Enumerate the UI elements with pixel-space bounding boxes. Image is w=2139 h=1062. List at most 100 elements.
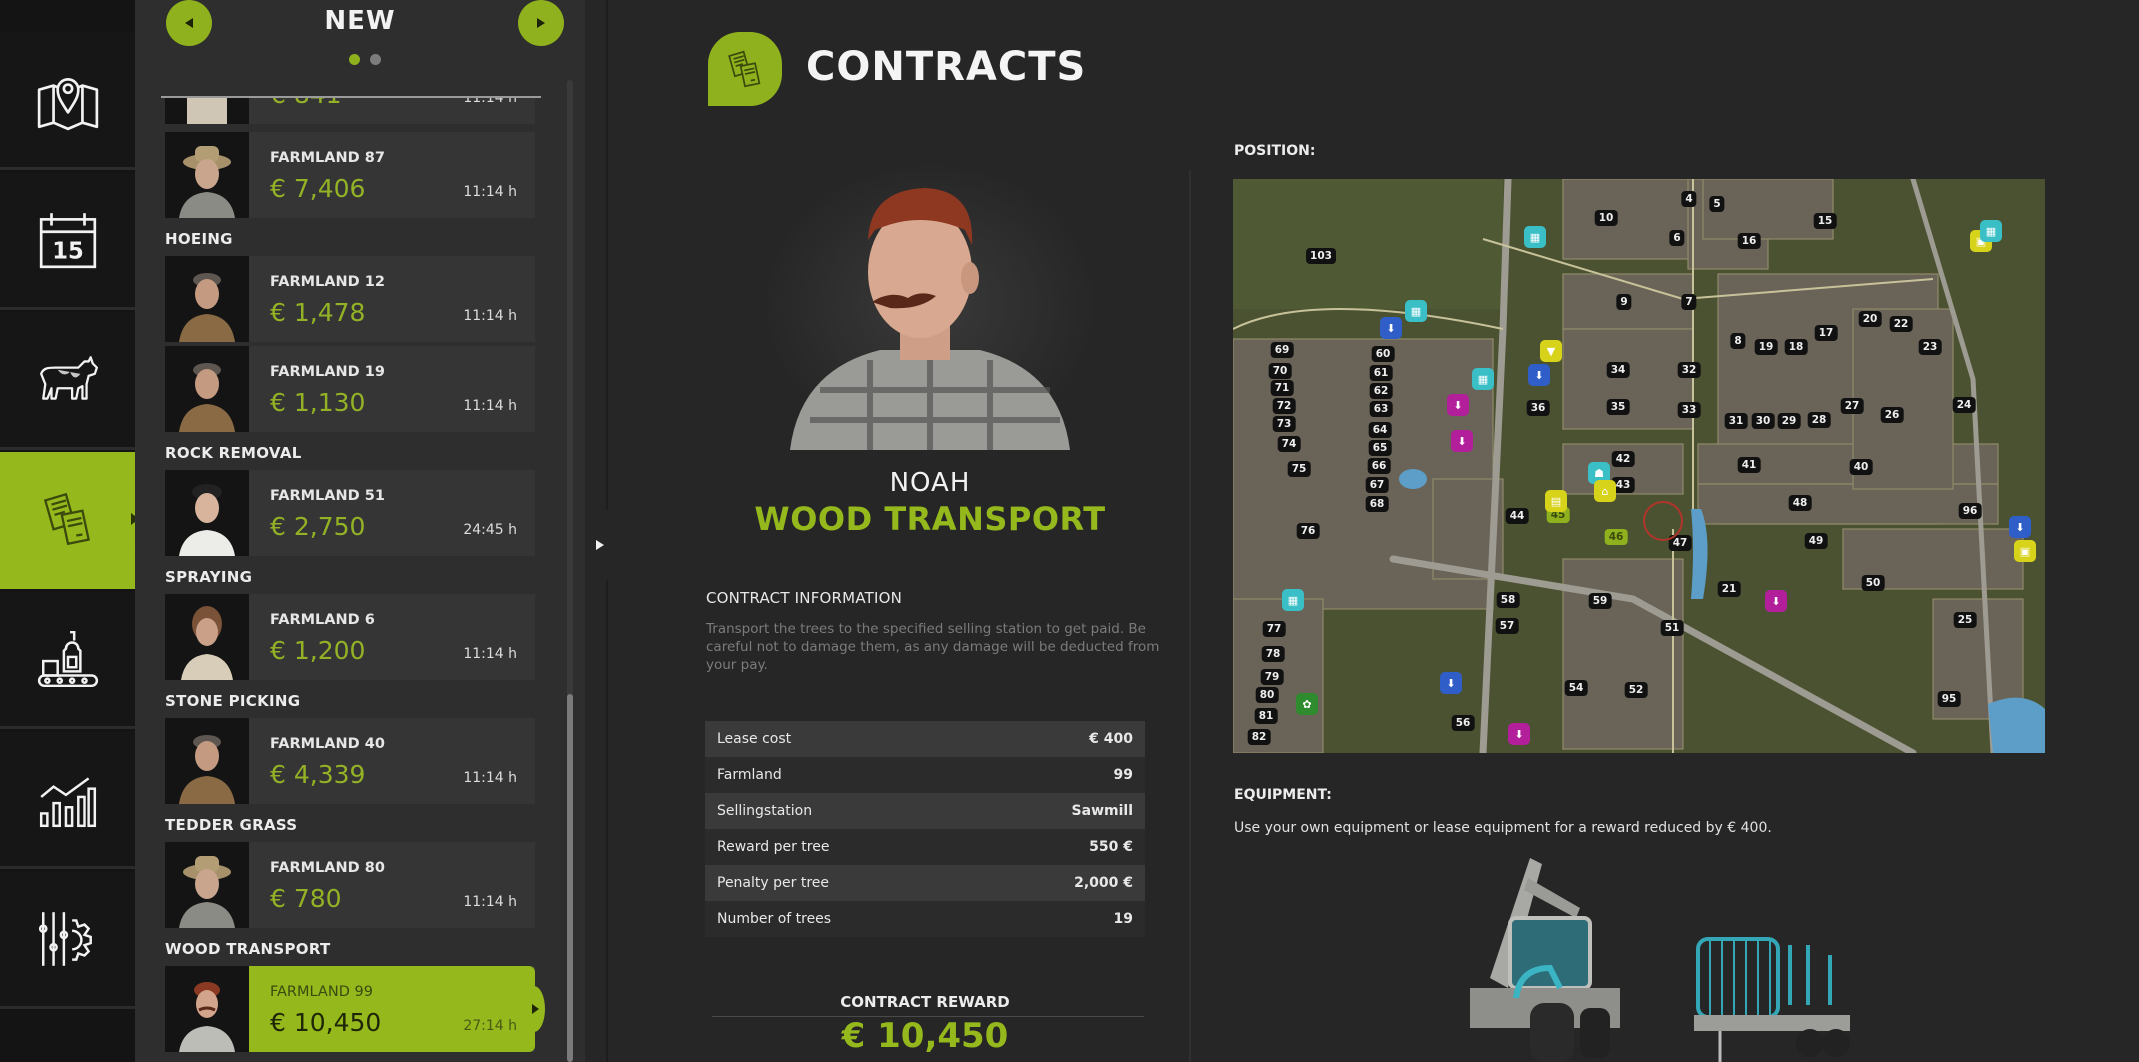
- info-value: 2,000 €: [1074, 875, 1133, 891]
- npc-portrait: [165, 842, 249, 928]
- contract-row[interactable]: FARMLAND 51 € 2,750 24:45 h: [165, 470, 535, 556]
- contract-row-selected[interactable]: FARMLAND 99 € 10,450 27:14 h: [165, 966, 545, 1052]
- page-dot[interactable]: [370, 54, 381, 65]
- list-header: NEW: [135, 0, 585, 96]
- contract-time: 11:14 h: [463, 398, 517, 414]
- field-label: 80: [1255, 687, 1279, 703]
- selling-station-icon[interactable]: ⬇: [1447, 394, 1469, 416]
- sell-point-icon[interactable]: ⬇: [2009, 516, 2031, 538]
- field-label: 32: [1677, 362, 1701, 378]
- info-row-penalty-per-tree: Penalty per tree 2,000 €: [705, 865, 1145, 901]
- field-label: 35: [1606, 399, 1630, 415]
- info-row-sellingstation: Sellingstation Sawmill: [705, 793, 1145, 829]
- list-scrollbar-thumb[interactable]: [567, 694, 573, 1062]
- info-row-lease-cost: Lease cost € 400: [705, 721, 1145, 757]
- contract-time: 24:45 h: [463, 522, 517, 538]
- sidebar-item-statistics[interactable]: [0, 732, 135, 869]
- field-label: 6: [1669, 230, 1685, 246]
- contract-row[interactable]: FARMLAND 40 € 4,339 11:14 h: [165, 718, 535, 804]
- position-map[interactable]: 103 10 4 5 15 16 6 9 7 8 19 18 17 20 22 23 34 32 31 30 29 28 2…: [1233, 179, 2045, 753]
- selection-arrow-icon: [532, 1004, 539, 1014]
- info-row-reward-per-tree: Reward per tree 550 €: [705, 829, 1145, 865]
- field-label: 51: [1660, 620, 1684, 636]
- category-label: STONE PICKING: [165, 692, 301, 710]
- contract-amount: € 7,406: [270, 174, 366, 203]
- info-label: Reward per tree: [717, 839, 830, 855]
- contract-amount: € 2,750: [270, 512, 366, 541]
- selling-station-icon[interactable]: ⬇: [1765, 590, 1787, 612]
- selling-station-icon[interactable]: ⬇: [1508, 723, 1530, 745]
- factory-icon[interactable]: ▦: [1524, 226, 1546, 248]
- field-label: 23: [1918, 339, 1942, 355]
- shop-icon[interactable]: ▼: [1540, 340, 1562, 362]
- field-label: 82: [1247, 729, 1271, 745]
- column-divider: [1189, 170, 1191, 1062]
- contract-row[interactable]: FARMLAND 80 € 780 11:14 h: [165, 842, 535, 928]
- sawmill-icon[interactable]: ▣: [2014, 540, 2036, 562]
- field-label: 81: [1254, 708, 1278, 724]
- sidebar-item-calendar[interactable]: 15: [0, 173, 135, 310]
- info-value: Sawmill: [1071, 803, 1133, 819]
- field-label: 5: [1709, 196, 1725, 212]
- field-label: 103: [1306, 248, 1336, 264]
- sell-point-icon[interactable]: ⬇: [1528, 364, 1550, 386]
- sidebar-item-map[interactable]: [0, 33, 135, 170]
- info-value: 19: [1113, 911, 1133, 927]
- sidebar-item-contracts[interactable]: [0, 452, 149, 589]
- factory-icon[interactable]: ▦: [1282, 589, 1304, 611]
- factory-icon[interactable]: ▦: [1472, 368, 1494, 390]
- contract-description: Transport the trees to the specified sel…: [706, 621, 1160, 673]
- forestry-tractor-image[interactable]: [1450, 858, 1630, 1062]
- contract-farmland: FARMLAND 87: [270, 150, 385, 166]
- factory-icon[interactable]: ▦: [1405, 300, 1427, 322]
- greenhouse-icon[interactable]: ✿: [1296, 693, 1318, 715]
- contract-time: 11:14 h: [463, 646, 517, 662]
- contract-row[interactable]: FARMLAND 87 € 7,406 11:14 h: [165, 132, 535, 218]
- field-label: 34: [1606, 362, 1630, 378]
- sidebar-item-settings[interactable]: [0, 872, 135, 1009]
- field-label: 76: [1296, 523, 1320, 539]
- field-label: 7: [1681, 294, 1697, 310]
- contract-row[interactable]: FARMLAND 19 € 1,130 11:14 h: [165, 346, 535, 432]
- info-value: € 400: [1089, 731, 1133, 747]
- contract-row[interactable]: € 841 11:14 h: [165, 96, 535, 124]
- page-title: CONTRACTS: [806, 44, 1087, 90]
- selling-station-icon[interactable]: ⬇: [1451, 430, 1473, 452]
- page-dot-active[interactable]: [349, 54, 360, 65]
- contract-row[interactable]: FARMLAND 6 € 1,200 11:14 h: [165, 594, 535, 680]
- field-label: 68: [1365, 496, 1389, 512]
- field-label: 59: [1588, 593, 1612, 609]
- farmhouse-icon[interactable]: ⌂: [1594, 480, 1616, 502]
- contract-row[interactable]: FARMLAND 12 € 1,478 11:14 h: [165, 256, 535, 342]
- category-label: ROCK REMOVAL: [165, 444, 302, 462]
- field-label: 71: [1270, 380, 1294, 396]
- info-value: 99: [1113, 767, 1133, 783]
- sell-point-icon[interactable]: ⬇: [1380, 317, 1402, 339]
- collapse-list-button[interactable]: [586, 500, 614, 590]
- sidebar-item-animals[interactable]: [0, 313, 135, 450]
- settings-icon: [38, 912, 92, 966]
- sidebar-item-production[interactable]: [0, 592, 135, 729]
- contract-amount: € 1,200: [270, 636, 366, 665]
- info-label: Lease cost: [717, 731, 792, 747]
- contract-amount: € 1,478: [270, 298, 366, 327]
- field-label: 33: [1677, 402, 1701, 418]
- field-label: 72: [1272, 398, 1296, 414]
- contract-amount: € 780: [270, 884, 342, 913]
- npc-portrait: [165, 346, 249, 432]
- contract-farmland: FARMLAND 19: [270, 364, 385, 380]
- chart-icon: [39, 777, 96, 828]
- field-label: 57: [1495, 618, 1519, 634]
- contract-farmland: FARMLAND 80: [270, 860, 385, 876]
- info-label: Farmland: [717, 767, 782, 783]
- forestry-trailer-image[interactable]: [1690, 935, 1860, 1062]
- contract-farmland: FARMLAND 51: [270, 488, 385, 504]
- shop-icon[interactable]: ▤: [1545, 490, 1567, 512]
- sell-point-icon[interactable]: ⬇: [1440, 672, 1462, 694]
- field-label: 78: [1261, 646, 1285, 662]
- factory-icon[interactable]: ▦: [1980, 220, 2002, 242]
- field-label: 64: [1368, 422, 1392, 438]
- next-page-button[interactable]: [518, 0, 564, 46]
- map-terrain: [1233, 179, 2045, 753]
- field-label: 69: [1270, 342, 1294, 358]
